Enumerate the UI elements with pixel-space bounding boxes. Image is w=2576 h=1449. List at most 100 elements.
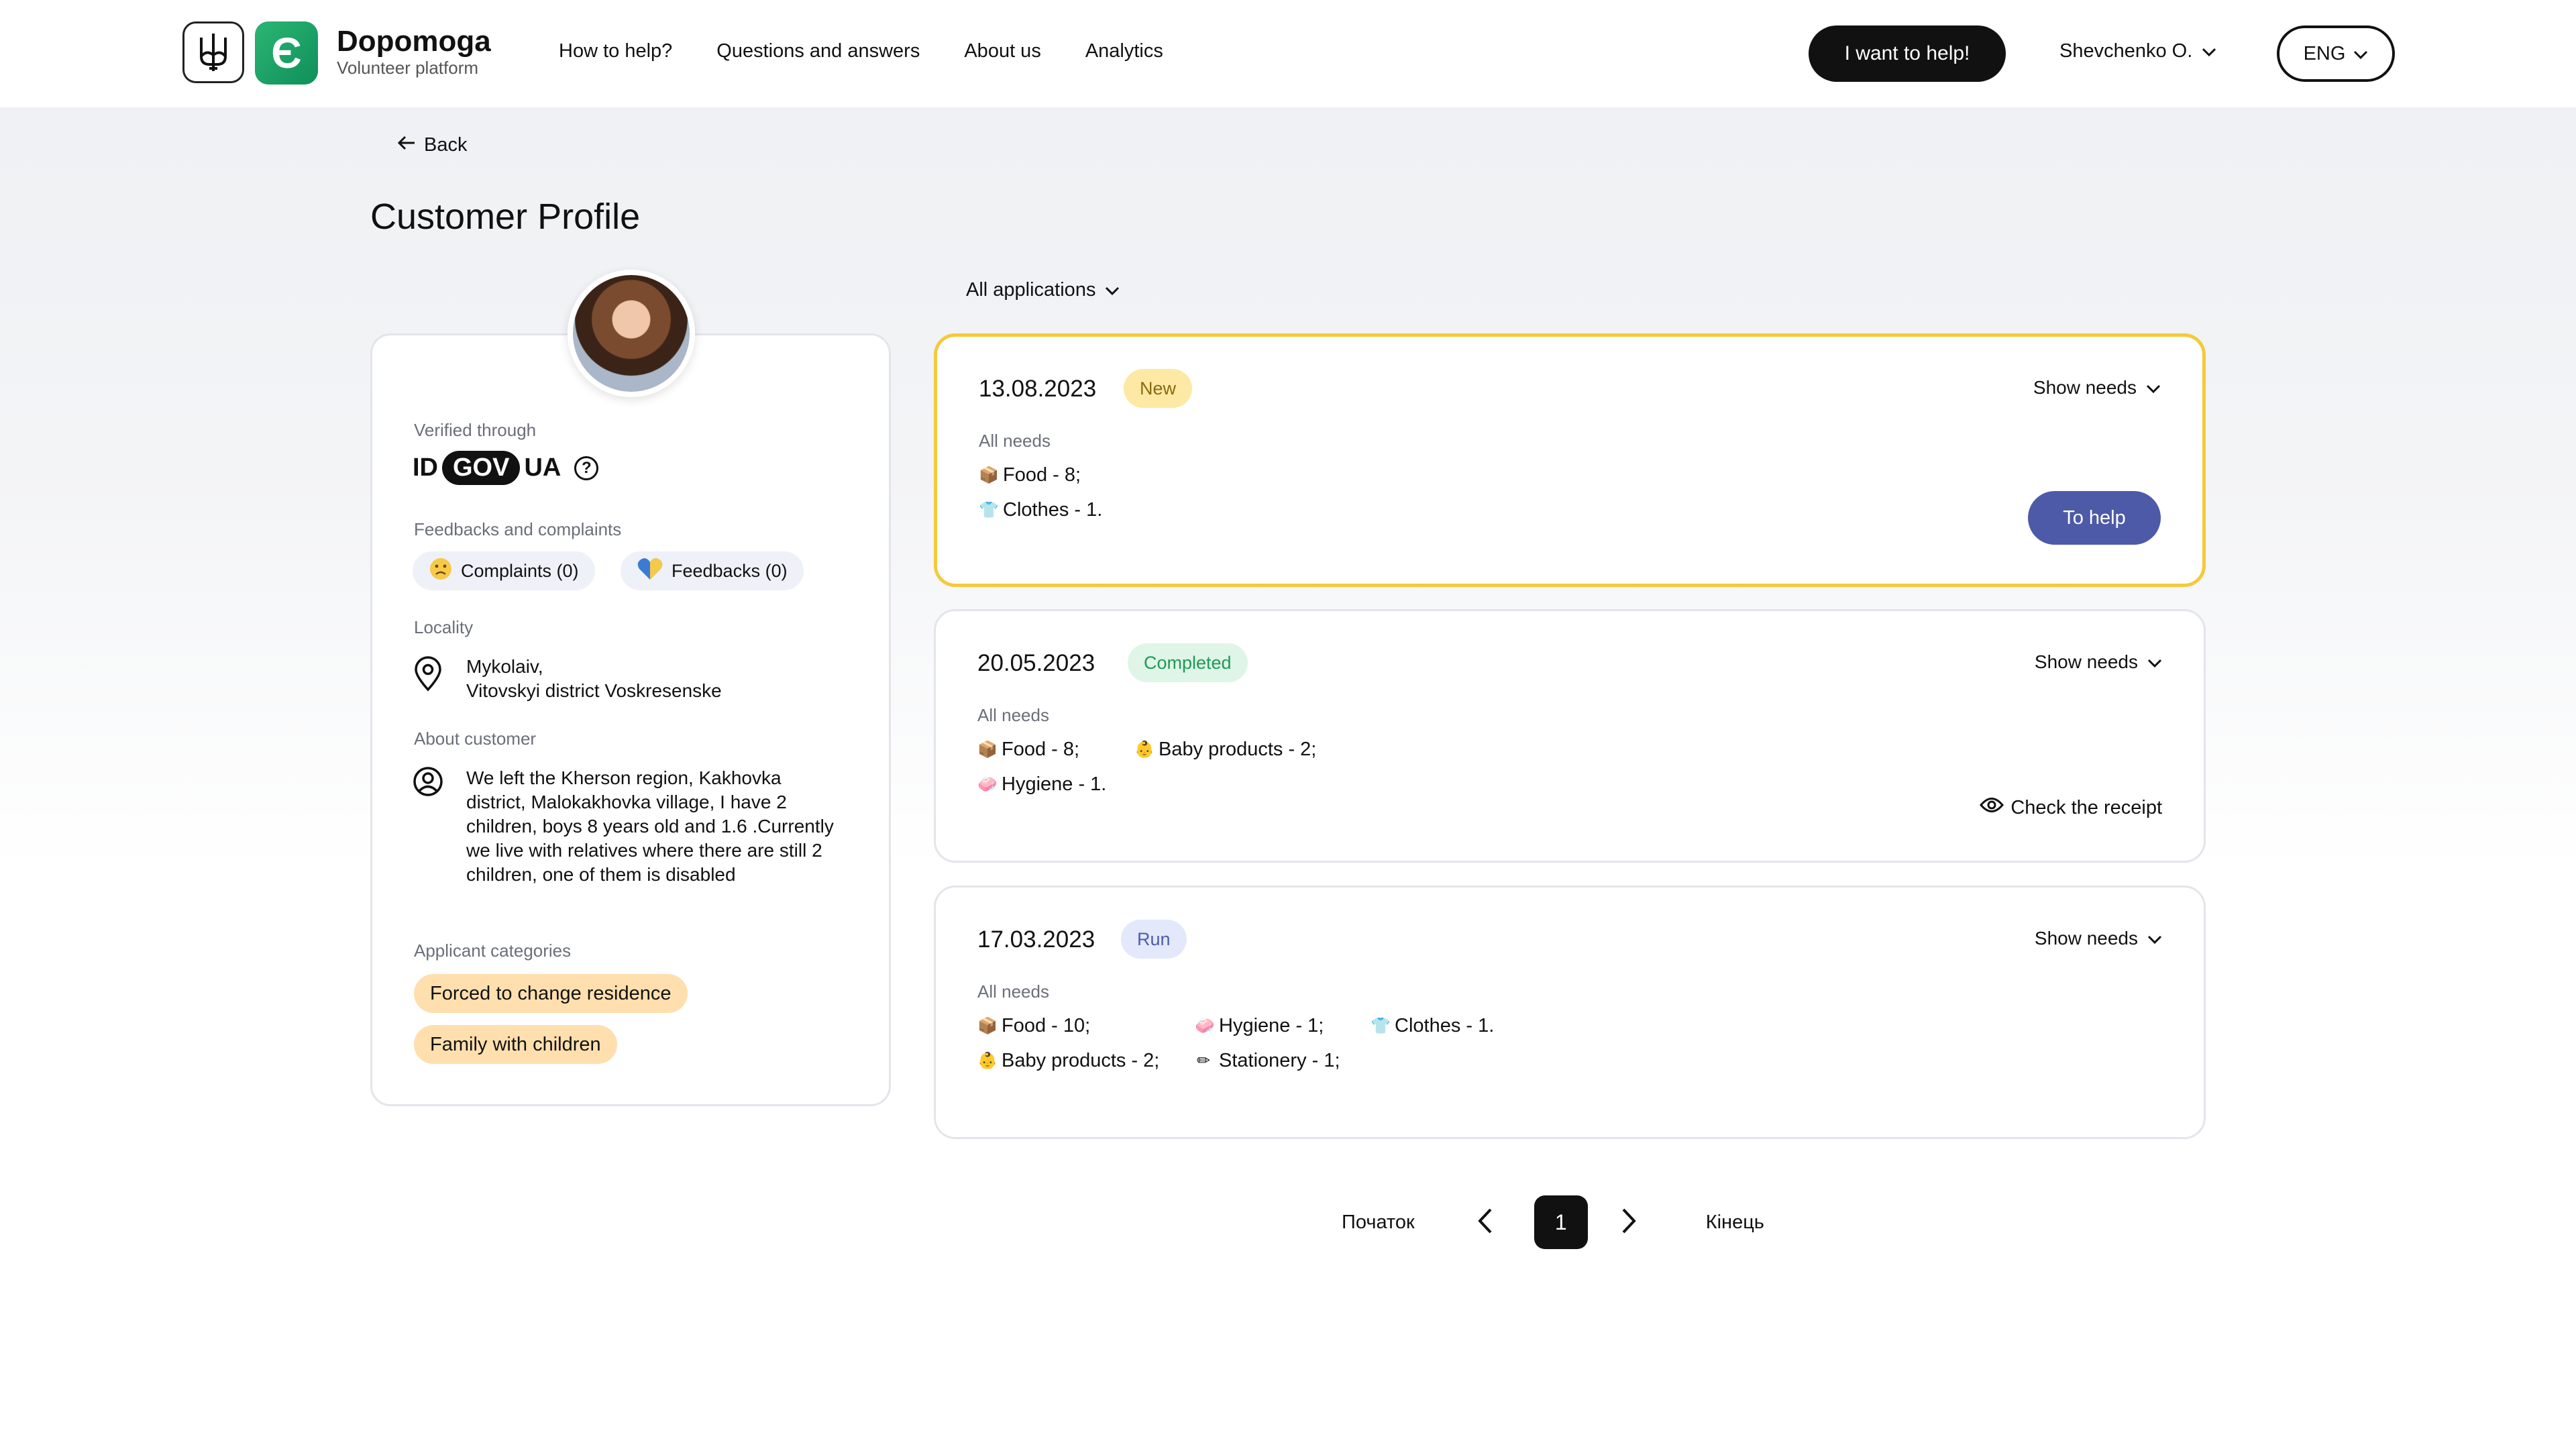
- need-label: Clothes - 1.: [1395, 1015, 1495, 1036]
- show-needs-toggle[interactable]: Show needs: [2033, 377, 2161, 398]
- eye-icon: [1980, 796, 2004, 819]
- feedbacks-button[interactable]: Feedbacks (0): [621, 551, 804, 590]
- feedbacks-label: Feedbacks (0): [672, 560, 788, 581]
- baby-icon: 👶: [1134, 741, 1155, 759]
- show-needs-label: Show needs: [2033, 377, 2137, 398]
- need-item: 👶 Baby products - 2;: [1134, 739, 1316, 761]
- show-needs-label: Show needs: [2034, 651, 2138, 672]
- need-label: Hygiene - 1.: [1002, 773, 1107, 795]
- complaints-button[interactable]: Complaints (0): [413, 551, 595, 590]
- needs-label: All needs: [979, 431, 1051, 451]
- filter-label: All applications: [966, 279, 1096, 301]
- application-date: 20.05.2023: [977, 650, 1095, 676]
- receipt-label: Check the receipt: [2010, 796, 2162, 818]
- idgov-ua: UA: [524, 453, 561, 482]
- need-label: Stationery - 1;: [1219, 1050, 1340, 1071]
- food-box-icon: 📦: [979, 466, 999, 484]
- food-box-icon: 📦: [977, 741, 998, 759]
- shirt-icon: 👕: [979, 501, 999, 519]
- language-select[interactable]: ENG: [2277, 25, 2395, 82]
- chevron-down-icon: [2353, 43, 2368, 65]
- about-label: About customer: [414, 729, 537, 749]
- show-needs-toggle[interactable]: Show needs: [2035, 651, 2162, 673]
- brand-name: Dopomoga: [337, 25, 491, 58]
- need-label: Hygiene - 1;: [1219, 1015, 1324, 1036]
- locality-label: Locality: [414, 617, 474, 637]
- pagination-first[interactable]: Початок: [1342, 1212, 1415, 1234]
- soap-icon: 🧼: [977, 775, 998, 794]
- language-value: ENG: [2303, 42, 2346, 64]
- top-navigation-bar: Є Dopomoga Volunteer platform How to hel…: [0, 0, 2576, 107]
- chevron-down-icon: [2147, 651, 2162, 673]
- idgov-id: ID: [413, 453, 438, 482]
- chevron-down-icon: [1105, 279, 1120, 301]
- logo-letter: Є: [271, 29, 302, 77]
- question-mark-icon[interactable]: ?: [574, 455, 599, 480]
- idgov-gov: GOV: [442, 451, 521, 485]
- need-label: Baby products - 2;: [1159, 739, 1317, 760]
- location-pin-icon: [413, 655, 443, 703]
- nav-analytics[interactable]: Analytics: [1085, 40, 1163, 62]
- sad-face-icon: [429, 557, 453, 586]
- application-date: 13.08.2023: [979, 376, 1097, 402]
- dopomoga-logo-icon[interactable]: Є: [255, 21, 318, 85]
- show-needs-label: Show needs: [2034, 928, 2138, 949]
- trident-logo-icon[interactable]: [182, 21, 244, 83]
- chevron-down-icon: [2146, 377, 2161, 398]
- food-box-icon: 📦: [977, 1017, 998, 1035]
- chevron-down-icon: [2202, 40, 2216, 62]
- nav-how-to-help[interactable]: How to help?: [559, 40, 672, 62]
- check-receipt-link[interactable]: Check the receipt: [1980, 796, 2162, 819]
- baby-icon: 👶: [977, 1052, 998, 1070]
- verified-label: Verified through: [414, 420, 537, 440]
- need-label: Baby products - 2;: [1002, 1050, 1160, 1071]
- need-item: 📦 Food - 10;: [977, 1015, 1090, 1037]
- user-circle-icon: [413, 766, 443, 887]
- back-label: Back: [424, 134, 468, 156]
- id-gov-ua-logo: ID GOV UA ?: [413, 451, 599, 485]
- application-card: 20.05.2023 Completed Show needs All need…: [934, 609, 2206, 863]
- user-name: Shevchenko O.: [2059, 40, 2193, 62]
- need-item: 🧼 Hygiene - 1.: [977, 773, 1106, 796]
- complaints-label: Complaints (0): [461, 560, 579, 581]
- pagination-last[interactable]: Кінець: [1706, 1212, 1764, 1234]
- need-item: 🧼 Hygiene - 1;: [1195, 1015, 1324, 1037]
- avatar: [568, 270, 695, 397]
- nav-questions-answers[interactable]: Questions and answers: [716, 40, 920, 62]
- customer-profile-card: Verified through ID GOV UA ? Feedbacks a…: [370, 333, 891, 1106]
- application-date: 17.03.2023: [977, 926, 1095, 953]
- arrow-left-icon: [397, 134, 416, 156]
- nav-about-us[interactable]: About us: [964, 40, 1040, 62]
- need-item: ✏ Stationery - 1;: [1195, 1050, 1340, 1072]
- i-want-to-help-button[interactable]: I want to help!: [1809, 25, 2006, 82]
- need-item: 👶 Baby products - 2;: [977, 1050, 1159, 1072]
- status-badge: Completed: [1128, 643, 1248, 682]
- category-pill: Family with children: [414, 1025, 617, 1064]
- applications-filter[interactable]: All applications: [966, 279, 1120, 301]
- need-label: Food - 8;: [1003, 464, 1081, 486]
- need-item: 📦 Food - 8;: [979, 464, 1081, 486]
- needs-label: All needs: [977, 981, 1049, 1002]
- locality-line-1: Mykolaiv,: [466, 656, 543, 677]
- chevron-down-icon: [2147, 928, 2162, 949]
- need-item: 👕 Clothes - 1.: [979, 499, 1102, 521]
- pagination: Початок 1 Кінець: [1342, 1195, 1764, 1249]
- back-link[interactable]: Back: [397, 134, 467, 156]
- status-badge: New: [1124, 369, 1193, 408]
- user-menu[interactable]: Shevchenko O.: [2059, 40, 2216, 62]
- need-item: 📦 Food - 8;: [977, 739, 1079, 761]
- need-label: Clothes - 1.: [1003, 499, 1103, 521]
- to-help-button[interactable]: To help: [2028, 491, 2161, 545]
- heart-icon: [637, 557, 663, 586]
- feedback-label: Feedbacks and complaints: [414, 519, 622, 539]
- locality-row: Mykolaiv, Vitovskyi district Voskresensk…: [413, 655, 842, 703]
- chevron-left-icon[interactable]: [1477, 1208, 1493, 1238]
- brand[interactable]: Dopomoga Volunteer platform: [337, 25, 491, 78]
- page-number-current[interactable]: 1: [1534, 1195, 1588, 1249]
- categories-label: Applicant categories: [414, 941, 572, 961]
- chevron-right-icon[interactable]: [1621, 1208, 1636, 1238]
- application-card: 17.03.2023 Run Show needs All needs 📦 Fo…: [934, 885, 2206, 1139]
- show-needs-toggle[interactable]: Show needs: [2035, 928, 2162, 949]
- about-text: We left the Kherson region, Kakhovka dis…: [466, 767, 834, 885]
- locality-line-2: Vitovskyi district Voskresenske: [466, 680, 722, 701]
